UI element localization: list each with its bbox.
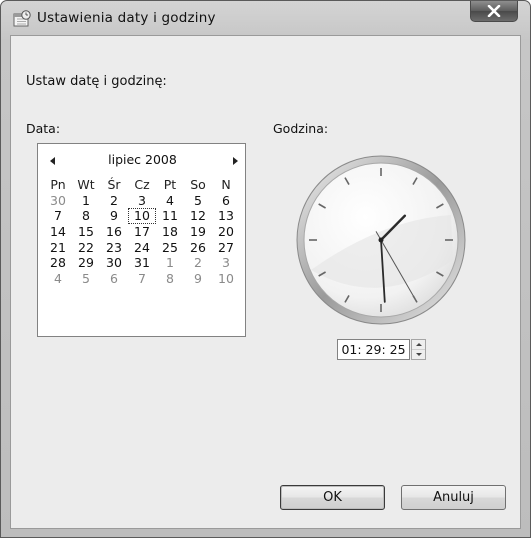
calendar-day-selected[interactable]: 10 — [128, 208, 156, 225]
calendar-day[interactable]: 24 — [128, 240, 156, 256]
clock-center — [378, 237, 384, 243]
weekday-label: N — [221, 177, 231, 192]
calendar-day[interactable]: 15 — [72, 224, 100, 240]
calendar-day[interactable]: 7 — [44, 208, 72, 224]
calendar-day[interactable]: 5 — [184, 193, 212, 209]
calendar-week-row: 28 29 30 31 1 2 3 — [44, 255, 240, 271]
calendar-day[interactable]: 29 — [72, 255, 100, 271]
calendar-day[interactable]: 3 — [128, 193, 156, 209]
calendar-day[interactable]: 3 — [212, 255, 240, 271]
calendar-day[interactable]: 6 — [212, 193, 240, 209]
window-title: Ustawienia daty i godziny — [37, 10, 216, 26]
spin-up-button[interactable] — [412, 340, 425, 350]
close-icon — [487, 5, 501, 17]
weekday-label: Pt — [163, 177, 177, 192]
calendar-day[interactable]: 17 — [128, 224, 156, 240]
ok-button[interactable]: OK — [280, 485, 385, 510]
calendar-week-row: 30 1 2 3 4 5 6 — [44, 193, 240, 209]
cancel-button[interactable]: Anuluj — [401, 485, 506, 510]
calendar-day[interactable]: 16 — [100, 224, 128, 240]
calendar-week-row: 21 22 23 24 25 26 27 — [44, 240, 240, 256]
weekday-label: So — [190, 177, 206, 192]
date-time-settings-icon — [13, 10, 31, 27]
time-input[interactable]: 01: 29: 25 — [337, 339, 410, 360]
arrow-down-icon — [415, 353, 422, 356]
calendar-grid: Pn Wt Śr Cz Pt So N 30 1 2 3 4 5 6 7 8 9 10 11 12 13 14 15 16 17… — [44, 177, 240, 287]
calendar-day[interactable]: 26 — [184, 240, 212, 256]
calendar-day[interactable]: 14 — [44, 224, 72, 240]
calendar-week-row: 14 15 16 17 18 19 20 — [44, 224, 240, 240]
weekday-header-row: Pn Wt Śr Cz Pt So N — [44, 177, 240, 193]
calendar-day[interactable]: 30 — [100, 255, 128, 271]
calendar-day[interactable]: 13 — [212, 208, 240, 224]
calendar-day[interactable]: 11 — [156, 208, 184, 224]
calendar-day[interactable]: 4 — [44, 271, 72, 287]
close-button[interactable] — [470, 1, 518, 22]
calendar-day[interactable]: 9 — [100, 208, 128, 224]
calendar-day[interactable]: 19 — [184, 224, 212, 240]
calendar-day[interactable]: 8 — [156, 271, 184, 287]
calendar-day[interactable]: 5 — [72, 271, 100, 287]
spin-down-button[interactable] — [412, 350, 425, 359]
page-heading: Ustaw datę i godzinę: — [26, 74, 167, 89]
calendar-day[interactable]: 20 — [212, 224, 240, 240]
time-spinner[interactable] — [411, 339, 426, 360]
calendar-day[interactable]: 27 — [212, 240, 240, 256]
calendar-week-row: 4 5 6 7 8 9 10 — [44, 271, 240, 287]
calendar-day[interactable]: 23 — [100, 240, 128, 256]
weekday-label: Śr — [107, 177, 121, 192]
next-month-icon[interactable] — [233, 157, 238, 165]
calendar-day[interactable]: 2 — [184, 255, 212, 271]
month-calendar[interactable]: lipiec 2008 Pn Wt Śr Cz Pt So N 30 1 2 3 4 5 6 7 8 9 10 11… — [37, 143, 246, 337]
calendar-day[interactable]: 22 — [72, 240, 100, 256]
calendar-day[interactable]: 10 — [212, 271, 240, 287]
arrow-up-icon — [415, 343, 422, 346]
weekday-label: Pn — [50, 177, 66, 192]
date-label: Data: — [26, 121, 61, 136]
calendar-day[interactable]: 2 — [100, 193, 128, 209]
calendar-day[interactable]: 12 — [184, 208, 212, 224]
calendar-day[interactable]: 30 — [44, 193, 72, 209]
calendar-day[interactable]: 7 — [128, 271, 156, 287]
weekday-label: Cz — [134, 177, 150, 192]
calendar-day[interactable]: 9 — [184, 271, 212, 287]
analog-clock — [296, 155, 466, 325]
calendar-day[interactable]: 25 — [156, 240, 184, 256]
calendar-day[interactable]: 1 — [72, 193, 100, 209]
calendar-week-row: 7 8 9 10 11 12 13 — [44, 208, 240, 225]
time-label: Godzina: — [273, 121, 329, 136]
title-bar[interactable]: Ustawienia daty i godziny — [1, 1, 530, 35]
weekday-label: Wt — [77, 177, 95, 192]
calendar-day[interactable]: 4 — [156, 193, 184, 209]
calendar-day[interactable]: 18 — [156, 224, 184, 240]
calendar-month-label[interactable]: lipiec 2008 — [38, 152, 247, 167]
calendar-day[interactable]: 1 — [156, 255, 184, 271]
calendar-day[interactable]: 8 — [72, 208, 100, 224]
calendar-day[interactable]: 21 — [44, 240, 72, 256]
calendar-day[interactable]: 6 — [100, 271, 128, 287]
calendar-day[interactable]: 31 — [128, 255, 156, 271]
calendar-day[interactable]: 28 — [44, 255, 72, 271]
